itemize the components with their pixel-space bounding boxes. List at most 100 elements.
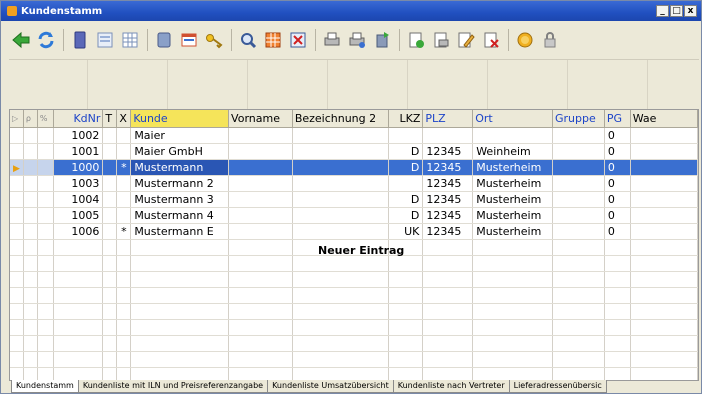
column-header-bezeichnung2[interactable]: Bezeichnung 2 [292,110,389,128]
delete-icon[interactable] [286,28,310,52]
cell-kunde[interactable]: Mustermann 3 [130,191,230,208]
table-row[interactable]: 1006 * Mustermann E UK 12345 Musterheim … [10,223,698,240]
table-row[interactable]: 1005 Mustermann 4 D 12345 Musterheim 0 [10,207,698,224]
cell-x[interactable] [116,127,132,144]
cell-plz[interactable] [422,127,474,144]
cell-kdnr[interactable]: 1001 [53,143,104,160]
arrow-left-icon[interactable] [9,28,33,52]
cell-lkz[interactable] [388,175,424,192]
column-header-t[interactable]: T [102,110,118,128]
column-header-pg[interactable]: PG [604,110,631,128]
cell-kunde[interactable]: Mustermann 4 [130,207,230,224]
cell-kunde[interactable]: Mustermann E [130,223,230,240]
cell-kunde[interactable]: Mustermann [130,159,230,176]
header-row: ▷ ρ % KdNr T X Kunde Vorname Bezeichnung… [10,110,698,128]
db-icon[interactable] [152,28,176,52]
cell-lkz[interactable] [388,127,424,144]
tab-kundenstamm[interactable]: Kundenstamm [11,380,79,393]
doc-green-icon[interactable] [404,28,428,52]
cell-ort[interactable]: Musterheim [472,191,554,208]
key-icon[interactable] [202,28,226,52]
cell-kdnr[interactable]: 1003 [53,175,104,192]
cell-pg[interactable]: 0 [604,143,631,160]
cell-kdnr[interactable]: 1000 [53,159,104,176]
cell-plz[interactable]: 12345 [422,159,474,176]
cell-kdnr[interactable]: 1006 [53,223,104,240]
cell-pg[interactable]: 0 [604,127,631,144]
cell-lkz[interactable]: D [388,207,424,224]
cell-pg[interactable]: 0 [604,207,631,224]
cell-pg[interactable]: 0 [604,159,631,176]
book-icon[interactable] [68,28,92,52]
cell-plz[interactable]: 12345 [422,207,474,224]
tab-bar: Kundenstamm Kundenliste mit ILN und Prei… [11,380,607,393]
lock-icon[interactable] [538,28,562,52]
maximize-button[interactable]: □ [670,5,683,17]
refresh-icon[interactable] [34,28,58,52]
tab-lieferadressen[interactable]: Lieferadressenübersic [508,380,607,393]
cell-kdnr[interactable]: 1002 [53,127,104,144]
cell-x[interactable] [116,175,132,192]
cell-kunde[interactable]: Mustermann 2 [130,175,230,192]
cell-x[interactable] [116,191,132,208]
cell-lkz[interactable]: D [388,143,424,160]
cell-plz[interactable]: 12345 [422,223,474,240]
cell-kdnr[interactable]: 1005 [53,207,104,224]
minimize-button[interactable]: _ [656,5,669,17]
column-header-x[interactable]: X [116,110,132,128]
tab-kundenliste-umsatz[interactable]: Kundenliste Umsatzübersicht [267,380,394,393]
cell-x[interactable] [116,207,132,224]
export-icon[interactable] [370,28,394,52]
column-header-gruppe[interactable]: Gruppe [552,110,605,128]
tab-kundenliste-iln[interactable]: Kundenliste mit ILN und Preisreferenzang… [77,380,269,393]
form-view-icon[interactable] [93,28,117,52]
cell-ort[interactable]: Musterheim [472,207,554,224]
cell-plz[interactable]: 12345 [422,143,474,160]
cell-ort[interactable]: Weinheim [472,143,554,160]
close-doc-icon[interactable] [479,28,503,52]
cell-x[interactable]: * [116,159,132,176]
printer-setup-icon[interactable] [345,28,369,52]
table-row[interactable]: 1003 Mustermann 2 12345 Musterheim 0 [10,175,698,192]
cell-lkz[interactable]: D [388,159,424,176]
doc-print-icon[interactable] [429,28,453,52]
cell-kdnr[interactable]: 1004 [53,191,104,208]
printer-icon[interactable] [320,28,344,52]
cell-plz[interactable]: 12345 [422,175,474,192]
cell-x[interactable]: * [116,223,132,240]
cell-kunde[interactable]: Maier [130,127,230,144]
magnify-icon[interactable] [236,28,260,52]
edit-icon[interactable] [454,28,478,52]
column-header-vorname[interactable]: Vorname [228,110,293,128]
window-icon[interactable] [177,28,201,52]
cell-x[interactable] [116,143,132,160]
cell-plz[interactable]: 12345 [422,191,474,208]
cell-pg[interactable]: 0 [604,223,631,240]
cell-pg[interactable]: 0 [604,191,631,208]
cell-kunde[interactable]: Maier GmbH [130,143,230,160]
column-header-plz[interactable]: PLZ [422,110,474,128]
cell-ort[interactable]: Musterheim [472,175,554,192]
coin-icon[interactable] [513,28,537,52]
cell-ort[interactable]: Musterheim [472,223,554,240]
column-header-lkz[interactable]: LKZ [388,110,424,128]
tab-kundenliste-vertreter[interactable]: Kundenliste nach Vertreter [392,380,510,393]
column-header-wae[interactable]: Wae [630,110,698,128]
table-view-icon[interactable] [118,28,142,52]
grid-orange-icon[interactable] [261,28,285,52]
table-row[interactable]: 1002 Maier 0 [10,127,698,144]
table-row[interactable]: 1001 Maier GmbH D 12345 Weinheim 0 [10,143,698,160]
column-header-kunde[interactable]: Kunde [130,110,230,128]
cell-ort[interactable]: Musterheim [472,159,554,176]
filter-header-band [9,59,699,110]
table-row-selected[interactable]: ▶ 1000 * Mustermann D 12345 Musterheim 0 [10,159,698,176]
cell-pg[interactable]: 0 [604,175,631,192]
close-button[interactable]: x [684,5,697,17]
column-header-ort[interactable]: Ort [472,110,554,128]
cell-ort[interactable] [472,127,554,144]
table-row[interactable]: 1004 Mustermann 3 D 12345 Musterheim 0 [10,191,698,208]
cell-lkz[interactable]: UK [388,223,424,240]
new-entry-label[interactable]: Neuer Eintrag [318,244,404,257]
cell-lkz[interactable]: D [388,191,424,208]
column-header-kdnr[interactable]: KdNr [53,110,104,128]
